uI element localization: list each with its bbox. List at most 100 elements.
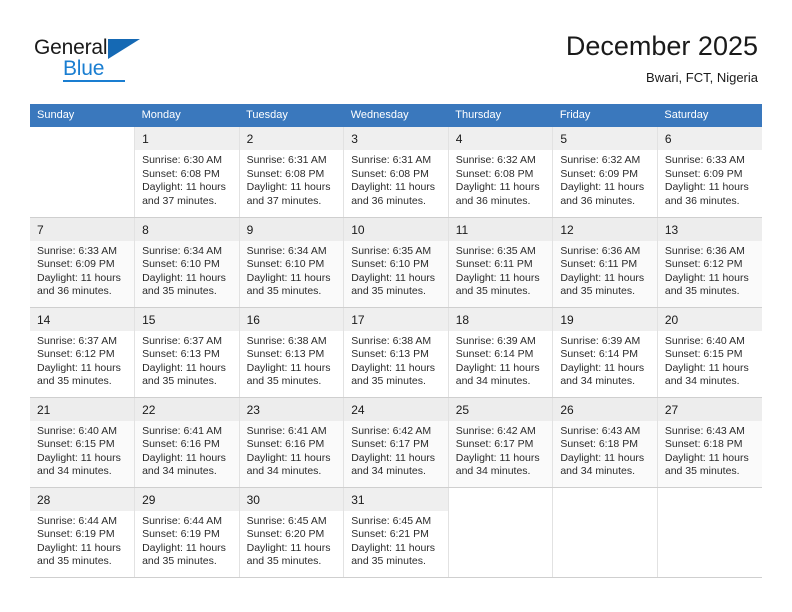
day-number: 18 [448, 307, 553, 331]
daylight-duration: Daylight: 11 hours and 37 minutes. [142, 181, 226, 207]
calendar-day-cell[interactable]: 29 Sunrise: 6:44 AM Sunset: 6:19 PM Dayligh… [134, 487, 240, 578]
day-cell-inner: 21 Sunrise: 6:40 AM Sunset: 6:15 PM Dayligh… [30, 397, 135, 479]
sunset-time: Sunset: 6:13 PM [142, 348, 220, 360]
calendar-day-cell[interactable]: 1 Sunrise: 6:30 AM Sunset: 6:08 PM Daylight… [134, 127, 240, 218]
sunrise-time: Sunrise: 6:40 AM [664, 334, 745, 347]
sunrise-time: Sunrise: 6:32 AM [560, 154, 641, 166]
day-sun-info: Sunrise: 6:32 AM Sunset: 6:08 PM Daylight:… [456, 154, 547, 208]
day-cell-inner: 29 Sunrise: 6:44 AM Sunset: 6:19 PM Dayligh… [135, 487, 239, 569]
calendar-day-cell[interactable]: 4 Sunrise: 6:32 AM Sunset: 6:08 PM Daylight… [448, 127, 554, 218]
day-sun-info: Sunrise: 6:38 AM Sunset: 6:13 PM Daylight:… [247, 335, 338, 389]
sunrise-time: Sunrise: 6:43 AM [560, 424, 641, 437]
calendar-day-cell[interactable]: 23 Sunrise: 6:41 AM Sunset: 6:16 PM Dayligh… [239, 397, 345, 488]
calendar-day-cell[interactable]: 26 Sunrise: 6:43 AM Sunset: 6:18 PM Dayligh… [552, 397, 658, 488]
weekday-header-sunday: Sunday [30, 104, 135, 127]
logo-underline [63, 80, 125, 82]
sunrise-time: Sunrise: 6:42 AM [351, 424, 432, 437]
sunrise-time: Sunrise: 6:37 AM [37, 334, 117, 347]
day-sun-info: Sunrise: 6:37 AM Sunset: 6:12 PM Daylight:… [37, 335, 128, 389]
weekday-header-tuesday: Tuesday [239, 104, 344, 127]
daylight-duration: Daylight: 11 hours and 35 minutes. [664, 451, 749, 478]
sunset-time: Sunset: 6:10 PM [351, 258, 429, 270]
day-sun-info: Sunrise: 6:34 AM Sunset: 6:10 PM Daylight:… [247, 245, 338, 299]
sunrise-time: Sunrise: 6:41 AM [246, 424, 327, 437]
calendar-week-row: 28 Sunrise: 6:44 AM Sunset: 6:19 PM Dayligh… [30, 487, 762, 578]
calendar-day-cell[interactable]: 7 Sunrise: 6:33 AM Sunset: 6:09 PM Daylight… [30, 217, 136, 308]
day-cell-inner: 15 Sunrise: 6:37 AM Sunset: 6:13 PM Dayligh… [135, 307, 239, 389]
calendar-day-cell[interactable]: 30 Sunrise: 6:45 AM Sunset: 6:20 PM Dayligh… [239, 487, 345, 578]
day-number: 17 [344, 307, 448, 331]
calendar-day-cell[interactable]: 21 Sunrise: 6:40 AM Sunset: 6:15 PM Dayligh… [30, 397, 136, 488]
calendar-day-cell[interactable]: 31 Sunrise: 6:45 AM Sunset: 6:21 PM Dayligh… [343, 487, 449, 578]
sunrise-time: Sunrise: 6:34 AM [246, 244, 327, 257]
day-number: 12 [553, 217, 657, 241]
day-cell-inner: 11 Sunrise: 6:35 AM Sunset: 6:11 PM Dayligh… [448, 217, 553, 299]
day-sun-info: Sunrise: 6:45 AM Sunset: 6:21 PM Daylight:… [351, 515, 442, 569]
sunset-time: Sunset: 6:18 PM [664, 438, 743, 450]
calendar-day-cell[interactable]: 24 Sunrise: 6:42 AM Sunset: 6:17 PM Dayligh… [343, 397, 449, 488]
calendar-day-cell[interactable]: 13 Sunrise: 6:36 AM Sunset: 6:12 PM Dayligh… [657, 217, 762, 308]
sunset-time: Sunset: 6:13 PM [351, 348, 429, 360]
day-sun-info: Sunrise: 6:39 AM Sunset: 6:14 PM Daylight:… [560, 335, 651, 389]
daylight-duration: Daylight: 11 hours and 34 minutes. [560, 361, 645, 388]
calendar-day-cell[interactable]: 27 Sunrise: 6:43 AM Sunset: 6:18 PM Dayligh… [657, 397, 762, 488]
day-cell-inner: 16 Sunrise: 6:38 AM Sunset: 6:13 PM Dayligh… [239, 307, 344, 389]
day-number: 4 [448, 127, 553, 150]
day-sun-info: Sunrise: 6:35 AM Sunset: 6:11 PM Daylight:… [456, 245, 547, 299]
sunset-time: Sunset: 6:08 PM [455, 167, 534, 180]
calendar-day-cell[interactable]: 9 Sunrise: 6:34 AM Sunset: 6:10 PM Daylight… [239, 217, 345, 308]
calendar-day-cell[interactable]: 15 Sunrise: 6:37 AM Sunset: 6:13 PM Dayligh… [134, 307, 240, 398]
day-sun-info: Sunrise: 6:44 AM Sunset: 6:19 PM Daylight:… [142, 515, 233, 569]
day-cell-inner: 28 Sunrise: 6:44 AM Sunset: 6:19 PM Dayligh… [30, 487, 135, 569]
calendar-day-cell[interactable]: 2 Sunrise: 6:31 AM Sunset: 6:08 PM Daylight… [239, 127, 345, 218]
calendar-day-cell[interactable]: 6 Sunrise: 6:33 AM Sunset: 6:09 PM Daylight… [657, 127, 762, 218]
daylight-duration: Daylight: 11 hours and 34 minutes. [455, 361, 540, 388]
page-title: December 2025 [565, 31, 758, 61]
calendar-day-cell[interactable]: 19 Sunrise: 6:39 AM Sunset: 6:14 PM Dayligh… [552, 307, 658, 398]
calendar-day-cell[interactable]: 18 Sunrise: 6:39 AM Sunset: 6:14 PM Dayligh… [448, 307, 554, 398]
sunset-time: Sunset: 6:10 PM [246, 258, 325, 270]
daylight-duration: Daylight: 11 hours and 35 minutes. [351, 541, 436, 568]
day-number: 16 [239, 307, 344, 331]
day-cell-inner: 18 Sunrise: 6:39 AM Sunset: 6:14 PM Dayligh… [448, 307, 553, 389]
day-number: 22 [135, 397, 239, 421]
day-cell-inner: 22 Sunrise: 6:41 AM Sunset: 6:16 PM Dayligh… [135, 397, 239, 479]
day-cell-inner: 25 Sunrise: 6:42 AM Sunset: 6:17 PM Dayligh… [448, 397, 553, 479]
calendar-day-cell[interactable]: 11 Sunrise: 6:35 AM Sunset: 6:11 PM Dayligh… [448, 217, 554, 308]
calendar-day-cell[interactable]: 8 Sunrise: 6:34 AM Sunset: 6:10 PM Daylight… [134, 217, 240, 308]
sunrise-time: Sunrise: 6:32 AM [455, 154, 536, 166]
calendar-day-cell[interactable]: 16 Sunrise: 6:38 AM Sunset: 6:13 PM Dayligh… [239, 307, 345, 398]
calendar-day-cell[interactable]: 10 Sunrise: 6:35 AM Sunset: 6:10 PM Dayligh… [343, 217, 449, 308]
calendar-day-cell[interactable]: 28 Sunrise: 6:44 AM Sunset: 6:19 PM Dayligh… [30, 487, 136, 578]
calendar-day-cell[interactable]: 5 Sunrise: 6:32 AM Sunset: 6:09 PM Daylight… [552, 127, 658, 218]
daylight-duration: Daylight: 11 hours and 35 minutes. [246, 271, 331, 298]
daylight-duration: Daylight: 11 hours and 34 minutes. [142, 451, 226, 478]
sunrise-time: Sunrise: 6:44 AM [142, 514, 223, 527]
calendar-day-cell[interactable]: 20 Sunrise: 6:40 AM Sunset: 6:15 PM Dayligh… [657, 307, 762, 398]
day-cell-inner: 14 Sunrise: 6:37 AM Sunset: 6:12 PM Dayligh… [30, 307, 135, 389]
calendar-day-cell[interactable]: 12 Sunrise: 6:36 AM Sunset: 6:11 PM Dayligh… [552, 217, 658, 308]
calendar-day-cell[interactable]: 25 Sunrise: 6:42 AM Sunset: 6:17 PM Dayligh… [448, 397, 554, 488]
sunset-time: Sunset: 6:18 PM [560, 438, 638, 450]
day-number: 9 [239, 217, 344, 241]
calendar-day-cell-empty [552, 487, 658, 578]
day-number: 8 [135, 217, 239, 241]
sunrise-time: Sunrise: 6:43 AM [664, 424, 745, 437]
sunrise-time: Sunrise: 6:33 AM [37, 244, 117, 257]
calendar-day-cell[interactable]: 3 Sunrise: 6:31 AM Sunset: 6:08 PM Daylight… [343, 127, 449, 218]
daylight-duration: Daylight: 11 hours and 37 minutes. [246, 181, 331, 207]
day-number: 5 [553, 127, 657, 150]
calendar-day-cell[interactable]: 22 Sunrise: 6:41 AM Sunset: 6:16 PM Dayligh… [134, 397, 240, 488]
daylight-duration: Daylight: 11 hours and 36 minutes. [455, 181, 540, 207]
calendar-day-cell[interactable]: 17 Sunrise: 6:38 AM Sunset: 6:13 PM Dayligh… [343, 307, 449, 398]
day-number: 20 [657, 307, 762, 331]
general-blue-logo[interactable]: General Blue [34, 36, 154, 84]
sunset-time: Sunset: 6:11 PM [455, 258, 533, 270]
day-sun-info: Sunrise: 6:37 AM Sunset: 6:13 PM Daylight:… [142, 335, 233, 389]
page-subtitle-location: Bwari, FCT, Nigeria [646, 70, 758, 85]
daylight-duration: Daylight: 11 hours and 36 minutes. [351, 181, 436, 207]
daylight-duration: Daylight: 11 hours and 36 minutes. [560, 181, 645, 207]
weekday-header-friday: Friday [552, 104, 658, 127]
day-cell-inner: 17 Sunrise: 6:38 AM Sunset: 6:13 PM Dayligh… [344, 307, 448, 389]
calendar-day-cell[interactable]: 14 Sunrise: 6:37 AM Sunset: 6:12 PM Dayligh… [30, 307, 136, 398]
